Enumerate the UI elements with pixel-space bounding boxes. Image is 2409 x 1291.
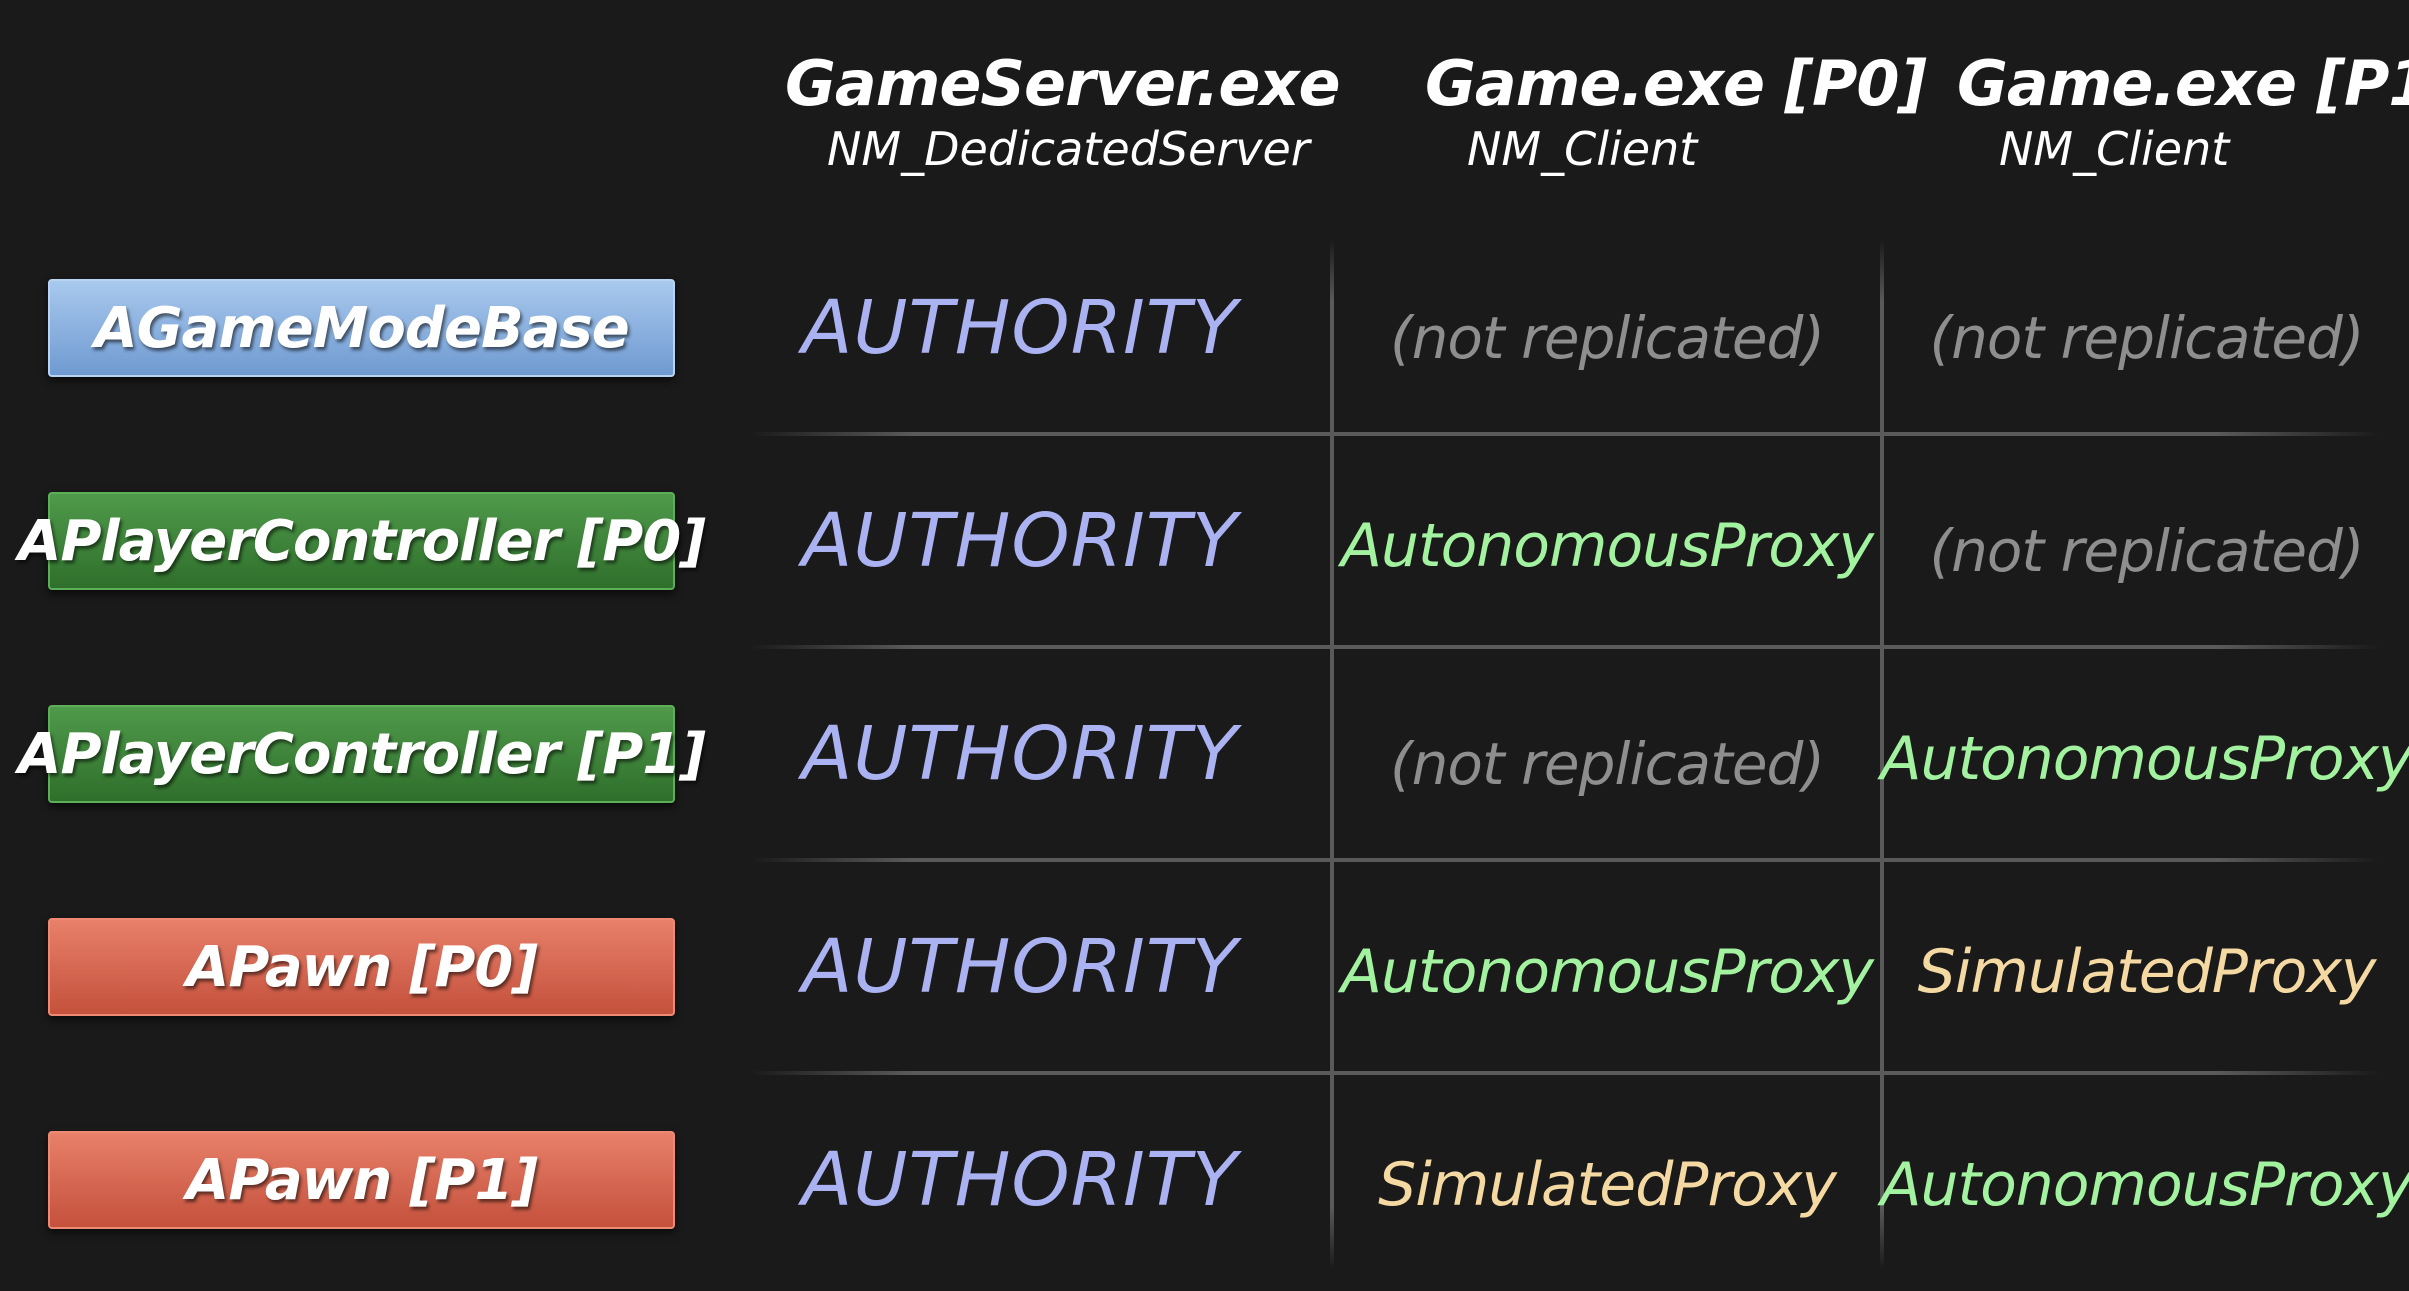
- column-header-game-p1: Game.exe [P1] NM_Client: [1957, 48, 2409, 178]
- role-cell-authority: AUTHORITY: [801, 1137, 1239, 1223]
- role-cell-authority: AUTHORITY: [801, 711, 1239, 797]
- column-title: Game.exe [P0]: [1425, 47, 1927, 120]
- role-cell-not-replicated: (not replicated): [1929, 517, 2365, 585]
- row-label-aplayercontroller-p0: APlayerController [P0]: [18, 492, 706, 590]
- row-label-apawn-p0: APawn [P0]: [48, 918, 675, 1016]
- role-cell-autonomous-proxy: AutonomousProxy: [1340, 511, 1874, 581]
- column-title: Game.exe [P1]: [1957, 47, 2409, 120]
- column-header-gameserver: GameServer.exe NM_DedicatedServer: [785, 47, 1341, 178]
- row-label-apawn-p1: APawn [P1]: [48, 1131, 675, 1229]
- role-cell-authority: AUTHORITY: [801, 498, 1239, 584]
- role-cell-not-replicated: (not replicated): [1390, 730, 1825, 798]
- role-cell-autonomous-proxy: AutonomousProxy: [1880, 1150, 2409, 1220]
- role-cell-authority: AUTHORITY: [801, 924, 1239, 1010]
- role-cell-autonomous-proxy: AutonomousProxy: [1880, 724, 2409, 794]
- role-cell-autonomous-proxy: AutonomousProxy: [1340, 937, 1874, 1007]
- role-cell-simulated-proxy: SimulatedProxy: [1378, 1150, 1837, 1220]
- column-subtitle: NM_Client: [1999, 122, 2230, 176]
- row-label-agamemodebase: AGameModeBase: [48, 279, 675, 377]
- role-cell-not-replicated: (not replicated): [1390, 304, 1825, 372]
- role-cell-authority: AUTHORITY: [801, 285, 1239, 371]
- column-subtitle: NM_Client: [1467, 122, 1698, 176]
- row-label-aplayercontroller-p1: APlayerController [P1]: [18, 705, 706, 803]
- role-cell-simulated-proxy: SimulatedProxy: [1917, 937, 2377, 1007]
- role-cell-not-replicated: (not replicated): [1929, 304, 2365, 372]
- column-subtitle: NM_DedicatedServer: [827, 122, 1310, 176]
- column-title: GameServer.exe: [785, 47, 1341, 120]
- column-header-game-p0: Game.exe [P0] NM_Client: [1425, 47, 1927, 178]
